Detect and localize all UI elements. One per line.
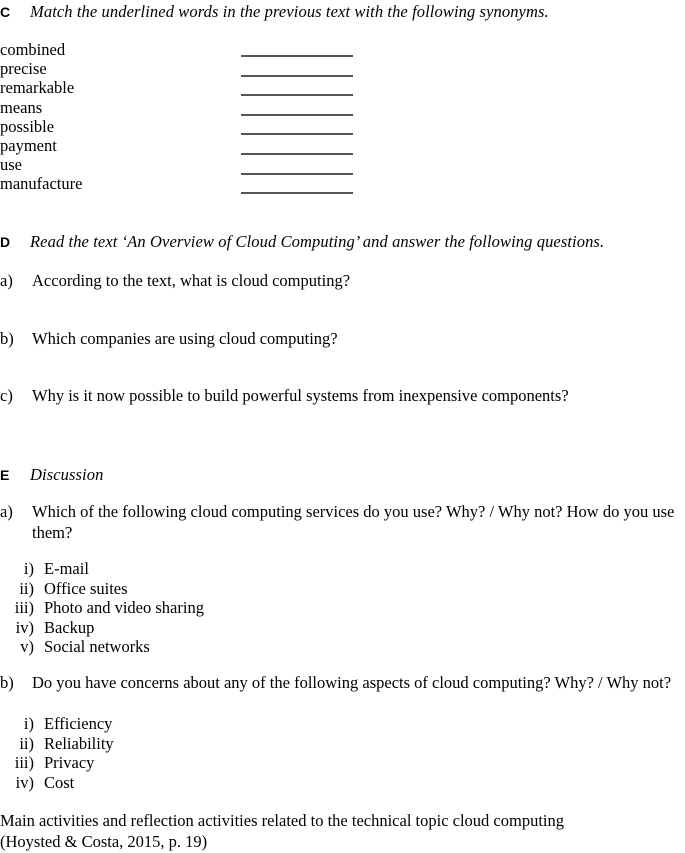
- list-item-label: Photo and video sharing: [44, 598, 204, 618]
- answer-blank-line: [241, 94, 353, 97]
- caption-line-2: (Hoysted & Costa, 2015, p. 19): [0, 832, 208, 851]
- exercise-d-question-a: a) According to the text, what is cloud …: [0, 271, 685, 292]
- answer-blank-row[interactable]: [241, 74, 361, 95]
- list-item-numeral: iii): [14, 753, 34, 773]
- question-text: Do you have concerns about any of the fo…: [32, 673, 672, 692]
- list-item-numeral: i): [23, 714, 34, 733]
- list-item: i) E-mail: [0, 559, 400, 579]
- synonym-answer-blanks: [241, 55, 361, 212]
- exercise-d-question-b: b) Which companies are using cloud compu…: [0, 329, 685, 350]
- answer-blank-line: [241, 172, 353, 175]
- exercise-e-instruction: Discussion: [30, 465, 104, 484]
- list-item-label: Privacy: [44, 753, 95, 773]
- list-item: manufacture: [0, 174, 83, 194]
- answer-blank-row[interactable]: [241, 55, 361, 75]
- question-label: a): [0, 271, 13, 290]
- answer-blank-row[interactable]: [241, 113, 361, 134]
- answer-blank-line: [241, 133, 353, 136]
- document-page: C Match the underlined words in the previ…: [0, 0, 685, 853]
- exercise-d-heading: D Read the text ‘An Overview of Cloud Com…: [0, 232, 685, 252]
- figure-caption: Main activities and reflection activitie…: [0, 810, 660, 852]
- answer-blank-row[interactable]: [241, 152, 361, 173]
- list-item: i) Efficiency: [0, 714, 400, 734]
- list-item: ii) Reliability: [0, 734, 400, 754]
- list-item: ii) Office suites: [0, 579, 400, 599]
- question-text: Why is it now possible to build powerful…: [32, 386, 569, 405]
- exercise-d-question-c: c) Why is it now possible to build power…: [0, 386, 685, 407]
- list-item-label: Backup: [44, 617, 95, 637]
- question-text: According to the text, what is cloud com…: [32, 271, 351, 290]
- list-item: payment: [0, 135, 57, 155]
- list-item-numeral: ii): [19, 578, 34, 598]
- list-item-numeral: v): [20, 637, 34, 657]
- exercise-c-heading: C Match the underlined words in the previ…: [0, 2, 685, 22]
- caption-line-1: Main activities and reflection activitie…: [0, 811, 565, 830]
- question-label: a): [0, 502, 13, 521]
- list-item: use: [0, 155, 22, 175]
- list-item-numeral: iv): [15, 772, 34, 792]
- list-item: possible: [0, 116, 55, 136]
- list-item-label: Office suites: [44, 578, 128, 598]
- list-item-label: Social networks: [44, 637, 150, 657]
- exercise-e-question-a: a) Which of the following cloud computin…: [0, 502, 685, 543]
- answer-blank-row[interactable]: [241, 94, 361, 114]
- list-item-label: Efficiency: [44, 714, 113, 733]
- question-label: b): [0, 329, 14, 348]
- answer-blank-line: [241, 113, 353, 116]
- exercise-e-heading: E Discussion: [0, 465, 685, 485]
- list-item-label: Reliability: [44, 733, 114, 753]
- list-item: v) Social networks: [0, 637, 400, 657]
- list-item-numeral: ii): [19, 733, 34, 753]
- list-item: precise: [0, 59, 47, 79]
- list-item-numeral: iii): [14, 598, 34, 618]
- list-item: means: [0, 97, 43, 117]
- exercise-e-question-b: b) Do you have concerns about any of the…: [0, 673, 685, 694]
- exercise-e-a-options: i) E-mail ii) Office suites iii) Photo a…: [0, 559, 400, 657]
- exercise-c-letter: C: [0, 4, 11, 20]
- exercise-d-instruction: Read the text ‘An Overview of Cloud Comp…: [30, 232, 605, 251]
- answer-blank-line: [241, 55, 353, 57]
- question-label: c): [0, 386, 13, 405]
- exercise-d-letter: D: [0, 234, 11, 250]
- exercise-c-instruction: Match the underlined words in the previo…: [30, 2, 549, 21]
- list-item: combined: [0, 40, 66, 59]
- answer-blank-row[interactable]: [241, 133, 361, 153]
- exercise-e-letter: E: [0, 467, 10, 483]
- question-text: Which companies are using cloud computin…: [32, 329, 338, 348]
- list-item: iii) Photo and video sharing: [0, 598, 400, 618]
- list-item-numeral: i): [23, 559, 34, 578]
- list-item-numeral: iv): [15, 617, 34, 637]
- list-item-label: Cost: [44, 772, 75, 792]
- answer-blank-line: [241, 192, 353, 195]
- list-item: iii) Privacy: [0, 753, 400, 773]
- answer-blank-line: [241, 74, 353, 77]
- exercise-e-b-options: i) Efficiency ii) Reliability iii) Priva…: [0, 714, 400, 792]
- question-label: b): [0, 673, 14, 692]
- question-text: Which of the following cloud computing s…: [32, 502, 675, 542]
- answer-blank-line: [241, 152, 353, 155]
- list-item: iv) Backup: [0, 618, 400, 638]
- answer-blank-row[interactable]: [241, 192, 361, 212]
- list-item-label: E-mail: [44, 559, 89, 578]
- answer-blank-row[interactable]: [241, 172, 361, 193]
- synonym-word-list: combined precise remarkable means possib…: [0, 40, 230, 194]
- list-item: remarkable: [0, 78, 75, 98]
- list-item: iv) Cost: [0, 773, 400, 793]
